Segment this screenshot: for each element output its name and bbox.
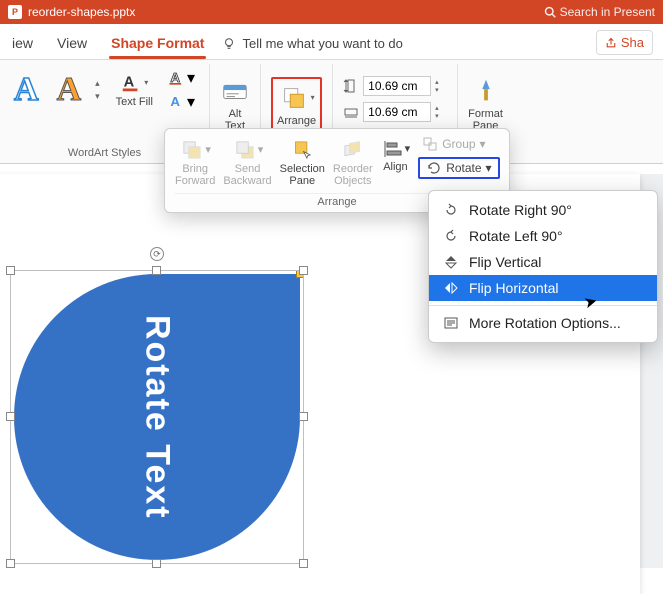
group-icon bbox=[422, 136, 438, 152]
more-options-icon bbox=[443, 315, 459, 331]
resize-handle-bm[interactable] bbox=[152, 559, 161, 568]
shape-height-input[interactable] bbox=[363, 76, 431, 96]
reorder-objects-button[interactable]: Reorder Objects bbox=[333, 135, 373, 189]
group-button[interactable]: Group▾ bbox=[418, 135, 499, 153]
tab-shape-format[interactable]: Shape Format bbox=[99, 35, 216, 59]
selection-box: ⟳ bbox=[10, 270, 304, 564]
alt-text-button[interactable]: Alt Text bbox=[220, 76, 250, 132]
bring-forward-icon bbox=[179, 137, 205, 163]
resize-handle-tl[interactable] bbox=[6, 266, 15, 275]
selection-pane-icon bbox=[289, 137, 315, 163]
menu-more-rotation-options[interactable]: More Rotation Options... bbox=[429, 310, 657, 336]
menu-rotate-left-90[interactable]: Rotate Left 90° bbox=[429, 223, 657, 249]
flip-vertical-icon bbox=[443, 254, 459, 270]
tell-me-box[interactable]: Tell me what you want to do bbox=[222, 36, 402, 59]
menu-flip-vertical[interactable]: Flip Vertical bbox=[429, 249, 657, 275]
selection-pane-button[interactable]: Selection Pane bbox=[280, 135, 325, 189]
document-title: reorder-shapes.pptx bbox=[28, 5, 135, 19]
wordart-style-outline[interactable]: A bbox=[10, 71, 43, 109]
resize-handle-ml[interactable] bbox=[6, 412, 15, 421]
shape-width-control[interactable]: ▴▾ bbox=[343, 102, 447, 122]
arrange-icon bbox=[279, 83, 309, 113]
menu-flip-horizontal[interactable]: Flip Horizontal bbox=[429, 275, 657, 301]
tell-me-label: Tell me what you want to do bbox=[242, 36, 402, 51]
rotation-handle[interactable]: ⟳ bbox=[150, 247, 164, 261]
arrange-button[interactable]: ▾ Arrange bbox=[277, 83, 316, 127]
bring-forward-button[interactable]: ▾ Bring Forward bbox=[175, 135, 215, 189]
resize-handle-br[interactable] bbox=[299, 559, 308, 568]
resize-handle-tm[interactable] bbox=[152, 266, 161, 275]
reorder-objects-icon bbox=[340, 137, 366, 163]
svg-text:A: A bbox=[124, 75, 135, 91]
menu-rotate-right-90[interactable]: Rotate Right 90° bbox=[429, 197, 657, 223]
search-placeholder: Search in Present bbox=[560, 5, 655, 19]
lightbulb-icon bbox=[222, 37, 236, 51]
width-icon bbox=[343, 104, 359, 120]
send-backward-icon bbox=[232, 137, 258, 163]
title-bar: P reorder-shapes.pptx Search in Present bbox=[0, 0, 663, 24]
rotate-right-icon bbox=[443, 202, 459, 218]
resize-handle-bl[interactable] bbox=[6, 559, 15, 568]
tab-view[interactable]: View bbox=[45, 35, 99, 59]
rotate-icon bbox=[426, 160, 442, 176]
shape-height-control[interactable]: ▴▾ bbox=[343, 76, 447, 96]
alt-text-icon bbox=[220, 76, 250, 106]
wordart-gallery-more[interactable]: ▴▾ bbox=[95, 78, 100, 102]
tab-review[interactable]: iew bbox=[0, 35, 45, 59]
text-effects-icon: A bbox=[167, 92, 187, 112]
svg-text:A: A bbox=[170, 70, 180, 85]
ribbon-tabs: iew View Shape Format Tell me what you w… bbox=[0, 24, 663, 60]
align-icon bbox=[381, 137, 405, 161]
resize-handle-tr[interactable] bbox=[299, 266, 308, 275]
rotate-submenu: Rotate Right 90° Rotate Left 90° Flip Ve… bbox=[428, 190, 658, 343]
search-icon bbox=[544, 6, 556, 18]
powerpoint-file-icon: P bbox=[8, 5, 22, 19]
width-spinner[interactable]: ▴▾ bbox=[435, 104, 447, 120]
share-button[interactable]: Sha bbox=[596, 30, 653, 55]
wordart-style-filled[interactable]: A bbox=[53, 71, 86, 109]
text-outline-button[interactable]: A▾ bbox=[167, 68, 195, 88]
shape-width-input[interactable] bbox=[363, 102, 431, 122]
format-pane-button[interactable]: Format Pane bbox=[468, 76, 503, 132]
rotate-button[interactable]: Rotate▾ bbox=[422, 159, 495, 177]
share-icon bbox=[605, 37, 617, 49]
resize-handle-mr[interactable] bbox=[299, 412, 308, 421]
text-outline-icon: A bbox=[167, 68, 187, 88]
search-box[interactable]: Search in Present bbox=[544, 5, 655, 19]
send-backward-button[interactable]: ▾ Send Backward bbox=[223, 135, 271, 189]
rotate-left-icon bbox=[443, 228, 459, 244]
text-fill-button[interactable]: A ▾ Text Fill bbox=[116, 72, 153, 108]
height-icon bbox=[343, 78, 359, 94]
align-button[interactable]: ▾ Align bbox=[381, 135, 411, 175]
format-pane-icon bbox=[471, 76, 501, 106]
text-effects-button[interactable]: A▾ bbox=[167, 92, 195, 112]
text-fill-icon: A bbox=[120, 72, 142, 94]
height-spinner[interactable]: ▴▾ bbox=[435, 78, 447, 94]
svg-text:A: A bbox=[170, 94, 180, 109]
flip-horizontal-icon bbox=[443, 280, 459, 296]
menu-separator bbox=[429, 305, 657, 306]
